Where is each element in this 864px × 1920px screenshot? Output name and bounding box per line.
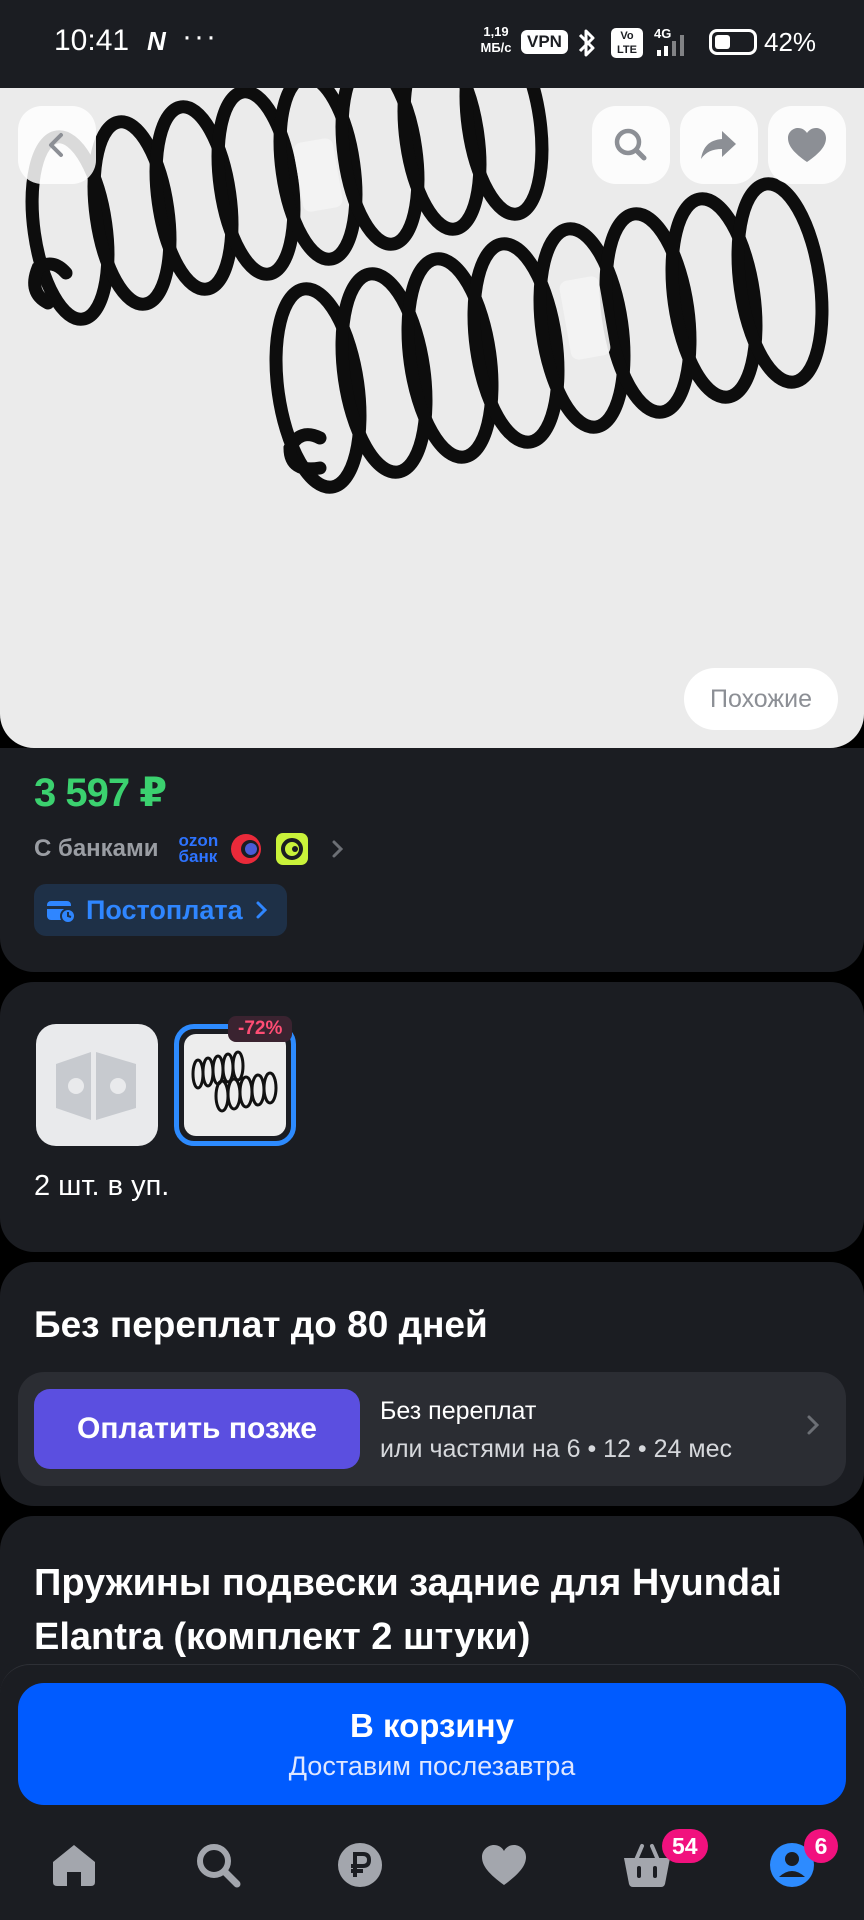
ozon-bank-logo: ozon банк <box>178 831 219 866</box>
share-button[interactable] <box>680 106 758 184</box>
tab-home[interactable] <box>44 1835 104 1895</box>
bank-logo-icon <box>231 834 262 864</box>
heart-icon <box>788 128 826 162</box>
product-image <box>25 88 829 494</box>
add-to-cart-button[interactable]: В корзину Доставим послезавтра <box>18 1683 846 1805</box>
chevron-left-icon <box>49 133 63 157</box>
volte-icon: Vo LTE <box>611 28 643 58</box>
bank-offers-row[interactable]: С банками ozon банк <box>34 828 346 870</box>
installments-title: Без переплат до 80 дней <box>34 1304 488 1345</box>
tab-favorites[interactable] <box>474 1835 534 1895</box>
wallet-clock-icon <box>47 901 76 924</box>
discount-badge: -72% <box>228 1016 293 1042</box>
installments-line1: Без переплат <box>380 1397 537 1425</box>
spring-thumbnail <box>191 1050 278 1113</box>
home-icon <box>53 1845 95 1886</box>
price: 3 597 ₽ <box>34 771 167 815</box>
variant-thumbnail <box>184 1034 286 1136</box>
battery-percent: 42% <box>764 27 817 57</box>
installments-line2: или частями на 6 • 12 • 24 мес <box>380 1435 732 1463</box>
installments-row[interactable]: Оплатить позже Без переплат или частями … <box>18 1372 846 1486</box>
similar-button[interactable]: Похожие <box>684 668 838 730</box>
variant-option-placeholder[interactable] <box>36 1024 158 1146</box>
car-part-placeholder-icon <box>56 1052 136 1120</box>
network-speed-unit: МБ/с <box>480 40 512 55</box>
bank-logo-green-icon <box>276 833 309 865</box>
delivery-label: Доставим послезавтра <box>288 1750 576 1781</box>
installments-card: Без переплат до 80 дней Оплатить позже Б… <box>0 1262 864 1506</box>
search-button[interactable] <box>592 106 670 184</box>
installments-info: Без переплат или частями на 6 • 12 • 24 … <box>380 1392 732 1468</box>
variant-option-selected[interactable] <box>174 1024 296 1146</box>
product-title: Пружины подвески задние для Hyundai Elan… <box>34 1562 782 1658</box>
share-icon <box>701 131 736 159</box>
postpay-label: Постоплата <box>86 894 243 925</box>
bottom-bar: В корзину Доставим послезавтра 54 6 <box>0 1664 864 1920</box>
favorite-button[interactable] <box>768 106 846 184</box>
cart-count-badge: 54 <box>662 1829 708 1863</box>
battery-icon <box>709 29 757 55</box>
tab-bar: 54 6 <box>0 1825 864 1920</box>
variants-card: -72% 2 шт. в уп. <box>0 982 864 1252</box>
tab-payments[interactable] <box>330 1835 390 1895</box>
chevron-right-icon <box>807 1415 820 1435</box>
tab-search[interactable] <box>188 1835 248 1895</box>
chevron-right-icon <box>256 901 267 919</box>
search-icon <box>614 128 647 161</box>
pack-quantity: 2 шт. в уп. <box>34 1170 170 1202</box>
add-to-cart-label: В корзину <box>350 1706 514 1744</box>
more-notifications-icon: ··· <box>182 20 218 53</box>
status-bar: 10:41 N ··· 1,19 МБ/с VPN Vo LTE 4G 42% <box>0 0 864 88</box>
profile-notification-badge: 6 <box>804 1829 838 1863</box>
vpn-badge: VPN <box>521 30 568 54</box>
pay-later-button[interactable]: Оплатить позже <box>34 1389 360 1469</box>
price-card: 3 597 ₽ С банками ozon банк Постоплата <box>0 748 864 972</box>
signal-icon: 4G <box>654 26 684 56</box>
network-type: 4G <box>654 26 671 41</box>
postpay-button[interactable]: Постоплата <box>34 884 287 936</box>
bluetooth-icon <box>578 29 595 57</box>
ruble-icon <box>338 1843 382 1887</box>
network-speed-value: 1,19 <box>483 24 509 39</box>
back-button[interactable] <box>18 106 96 184</box>
product-image-gallery[interactable]: Похожие <box>0 88 864 748</box>
battery-level <box>715 35 730 49</box>
network-speed: 1,19 МБ/с <box>476 24 516 56</box>
banks-label: С банками <box>34 835 159 862</box>
nfc-icon: N <box>147 26 166 56</box>
search-icon <box>197 1844 241 1888</box>
heart-icon <box>482 1845 526 1885</box>
status-time: 10:41 <box>54 24 130 57</box>
chevron-right-icon <box>332 840 344 858</box>
